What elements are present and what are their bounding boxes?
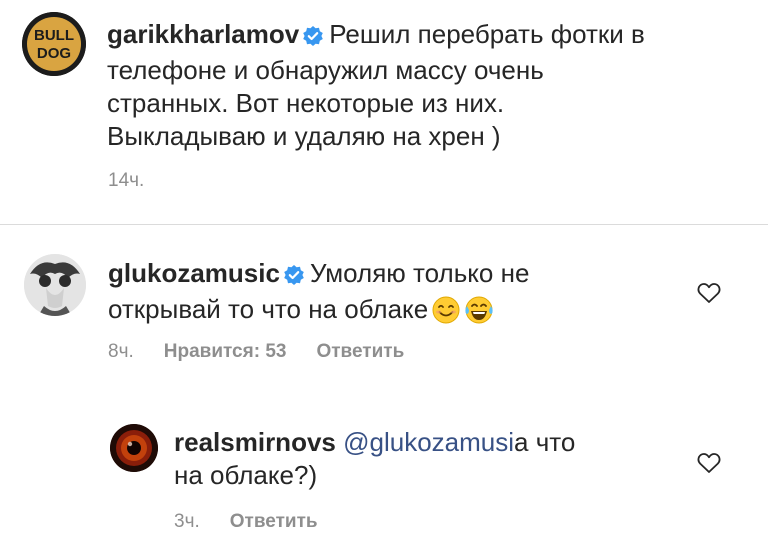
- logo-text-bottom: DOG: [37, 45, 71, 62]
- caption-line-1: Решил перебрать фотки в: [329, 19, 645, 49]
- caption-meta: 14ч.: [108, 170, 144, 192]
- comment-text: glukozamusic Умоляю только не открывай то…: [108, 257, 668, 332]
- reply-line-2: на облаке?): [174, 460, 318, 490]
- avatar-portrait-icon: [24, 254, 86, 316]
- reply-text: realsmirnovs @glukozamusia что на облаке…: [174, 426, 674, 492]
- reply-button[interactable]: Ответить: [230, 511, 318, 533]
- caption-line-2: телефоне и обнаружил массу очень: [107, 55, 544, 85]
- avatar[interactable]: BULL DOG: [22, 12, 86, 76]
- reply-button[interactable]: Ответить: [316, 341, 404, 363]
- caption-text: garikkharlamov Решил перебрать фотки в те…: [107, 18, 747, 153]
- verified-badge-icon: [303, 21, 324, 54]
- verified-badge-icon: [284, 260, 304, 293]
- like-heart-icon[interactable]: [697, 452, 721, 479]
- timestamp: 3ч.: [174, 511, 200, 532]
- bulldog-logo-icon: BULL DOG: [22, 12, 86, 76]
- tears-of-joy-emoji-icon: [464, 296, 494, 332]
- caption-line-3: странных. Вот некоторые из них.: [107, 88, 505, 118]
- comment-line-1: Умоляю только не: [309, 258, 530, 288]
- timestamp: 14ч.: [108, 170, 145, 191]
- comment-meta: 8ч. Нравится: 53 Ответить: [108, 341, 404, 363]
- comment-line-2: открывай то что на облаке: [108, 294, 429, 324]
- reply-line-1: a что: [514, 427, 576, 457]
- like-heart-icon[interactable]: [697, 282, 721, 309]
- caption-line-4: Выкладываю и удаляю на хрен ): [107, 121, 501, 151]
- mention-link[interactable]: @glukozamusi: [343, 427, 514, 457]
- username-link[interactable]: glukozamusic: [108, 258, 280, 288]
- eye-avatar-icon: [110, 424, 158, 472]
- timestamp: 8ч.: [108, 341, 134, 362]
- reply-meta: 3ч. Ответить: [174, 511, 318, 533]
- username-link[interactable]: realsmirnovs: [174, 427, 336, 457]
- logo-text-top: BULL: [34, 27, 74, 44]
- smiling-face-emoji-icon: [432, 296, 460, 332]
- likes-count[interactable]: Нравится: 53: [164, 341, 287, 363]
- avatar[interactable]: [24, 254, 86, 316]
- avatar[interactable]: [110, 424, 158, 472]
- divider: [0, 224, 768, 225]
- username-link[interactable]: garikkharlamov: [107, 19, 299, 49]
